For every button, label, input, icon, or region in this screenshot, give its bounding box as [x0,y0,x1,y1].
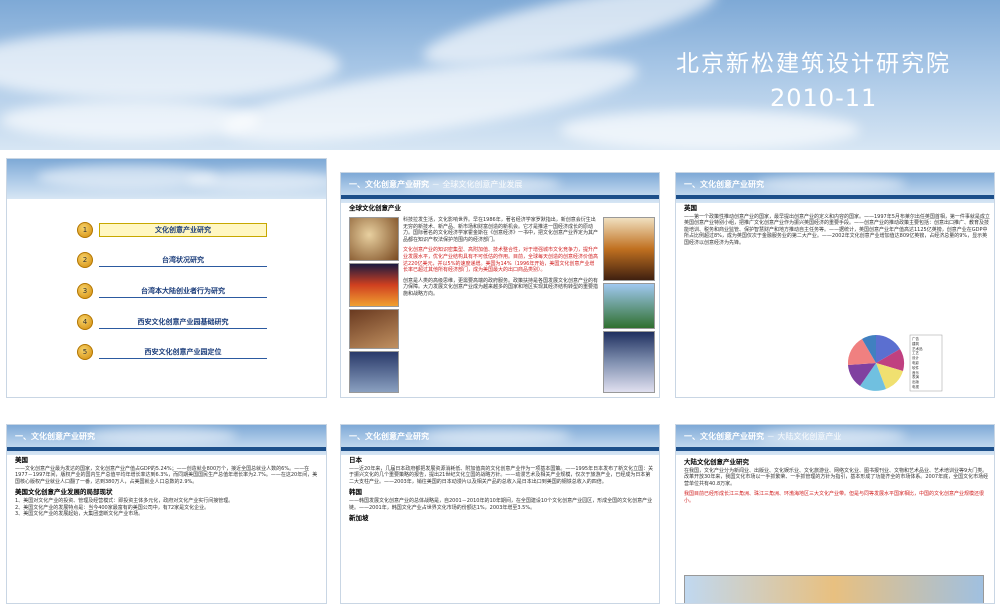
toc-item-4[interactable]: 4 西安文化创意产业园基础研究 [77,313,267,331]
slide-usa[interactable]: 一、文化创意产业研究 美国 ——文化创意产业最为发达的国家，文化创意产业产值占G… [6,424,327,604]
paragraph: ——文化创意产业最为发达的国家，文化创意产业产值占GDP的5.24%；——创造就… [15,465,318,485]
paragraph: ——近20年来，几届日本政府都把发展资源消耗低、附加值高的文化创意产业作为一项基… [349,465,654,485]
toc-number: 5 [77,344,93,360]
toc-label: 西安文化创意产业园定位 [99,345,267,359]
banner-title: 北京新松建筑设计研究院 [676,51,951,77]
paragraph: 在我国，文化产业分为新闻业、出版业、文化娱乐业、文化旅游业、网络文化业、图书报刊… [684,467,989,487]
slide-subtitle: － 大陆文化创意产业 [766,432,842,441]
slide-header: 一、文化创意产业研究 － 大陆文化创意产业 [676,425,994,455]
slide-header: 一、文化创意产业研究 － 全球文化创意产业发展 [341,173,659,203]
slide-header [7,159,326,199]
slide-uk[interactable]: 一、文化创意产业研究 英国 ——第一个政策性推动创意产业的国家，最早提出创意产业… [675,172,995,398]
toc-label: 文化创意产业研究 [99,223,267,237]
toc-number: 3 [77,283,93,299]
slide-subtitle: － 全球文化创意产业发展 [431,180,523,189]
list-item: 1、美国对文化产业的投资、管理及经营模式：即投资主体多元化，政府对文化产业实行间… [15,497,234,504]
slide-title: 一、文化创意产业研究 [684,432,764,441]
slide-subheading: 美国文化创意产业发展的局部现状 [15,488,113,497]
slide-title: 一、文化创意产业研究 [15,432,95,441]
toc-label: 台湾本大陆创业者行为研究 [99,284,267,298]
slide-heading: 日本 [349,456,362,464]
photo-nba [603,217,655,281]
paragraph-highlight: 我国目前已经形成长江三角洲、珠江三角洲、环渤海地区三大文化产业带。但是与同等发展… [684,491,985,504]
row-separator-2 [0,405,1000,411]
toc-number: 4 [77,314,93,330]
paragraph: 创意是人类的高级思维，更需要高端的政府服务。政策扶持是各国发展文化创意产业的有力… [403,277,599,297]
slide-title: 一、文化创意产业研究 [684,180,764,189]
title-banner: 北京新松建筑设计研究院 2010-11 [0,0,1000,150]
toc-item-5[interactable]: 5 西安文化创意产业园定位 [77,343,267,361]
slide-header: 一、文化创意产业研究 [676,173,994,203]
paragraph: 科技拉发生活，文化影响世界。早在1986年，著名经济学家罗默指出，新创意会衍生出… [403,217,599,243]
slide-header: 一、文化创意产业研究 [7,425,326,455]
slide-toc[interactable]: 1 文化创意产业研究 2 台湾状况研究 3 台湾本大陆创业者行为研究 4 西安文… [6,158,327,398]
slide-mainland[interactable]: 一、文化创意产业研究 － 大陆文化创意产业 大陆文化创意产业研究 在我国，文化产… [675,424,995,604]
slide-subheading: 韩国 [349,488,362,497]
slide-japan-korea[interactable]: 一、文化创意产业研究 日本 ——近20年来，几届日本政府都把发展资源消耗低、附加… [340,424,660,604]
toc-number: 2 [77,252,93,268]
pie-legend: 广告 建筑 艺术品 工艺 设计 电影 软件 音乐 表演 出版 电视 [912,337,923,389]
photo-fireworks [349,263,399,307]
photo-artwork [349,309,399,349]
toc-label: 西安文化创意产业园基础研究 [99,315,267,329]
slide-global[interactable]: 一、文化创意产业研究 － 全球文化创意产业发展 全球文化创意产业 科技拉发生活，… [340,172,660,398]
toc-item-1[interactable]: 1 文化创意产业研究 [77,221,267,239]
photo-skyline [603,331,655,393]
slide-title: 一、文化创意产业研究 [349,432,429,441]
slide-subheading: 新加坡 [349,514,369,523]
paragraph-highlight: 文化创意产业的知识密集型、高附加值、技术整合性，对于增强城市文化竞争力，提升产业… [403,247,599,274]
slide-heading: 全球文化创意产业 [349,204,401,212]
photo-city [349,351,399,393]
list-item: 3、美国文化产业的发展起始，大集团垄断文化产业市场。 [15,511,144,518]
paragraph: ——第一个政策性推动创意产业的国家，最早提出创意产业的定义和内容的国家。——19… [684,213,990,246]
slide-title: 一、文化创意产业研究 [349,180,429,189]
slide-heading: 美国 [15,456,28,464]
toc-number: 1 [77,222,93,238]
photo-golf [603,283,655,329]
slide-header: 一、文化创意产业研究 [341,425,659,455]
toc-item-3[interactable]: 3 台湾本大陆创业者行为研究 [77,282,267,300]
banner-date: 2010-11 [770,84,878,112]
photo-mickey [349,217,399,261]
row-separator [0,150,1000,156]
paragraph: ——韩国发展文化创意产业的总体战略是，自2001－2010年的10年期间，在全国… [349,497,653,511]
toc-item-2[interactable]: 2 台湾状况研究 [77,251,267,269]
slide-heading: 大陆文化创意产业研究 [684,458,749,466]
toc-label: 台湾状况研究 [99,253,267,267]
slide-heading: 英国 [684,204,697,212]
